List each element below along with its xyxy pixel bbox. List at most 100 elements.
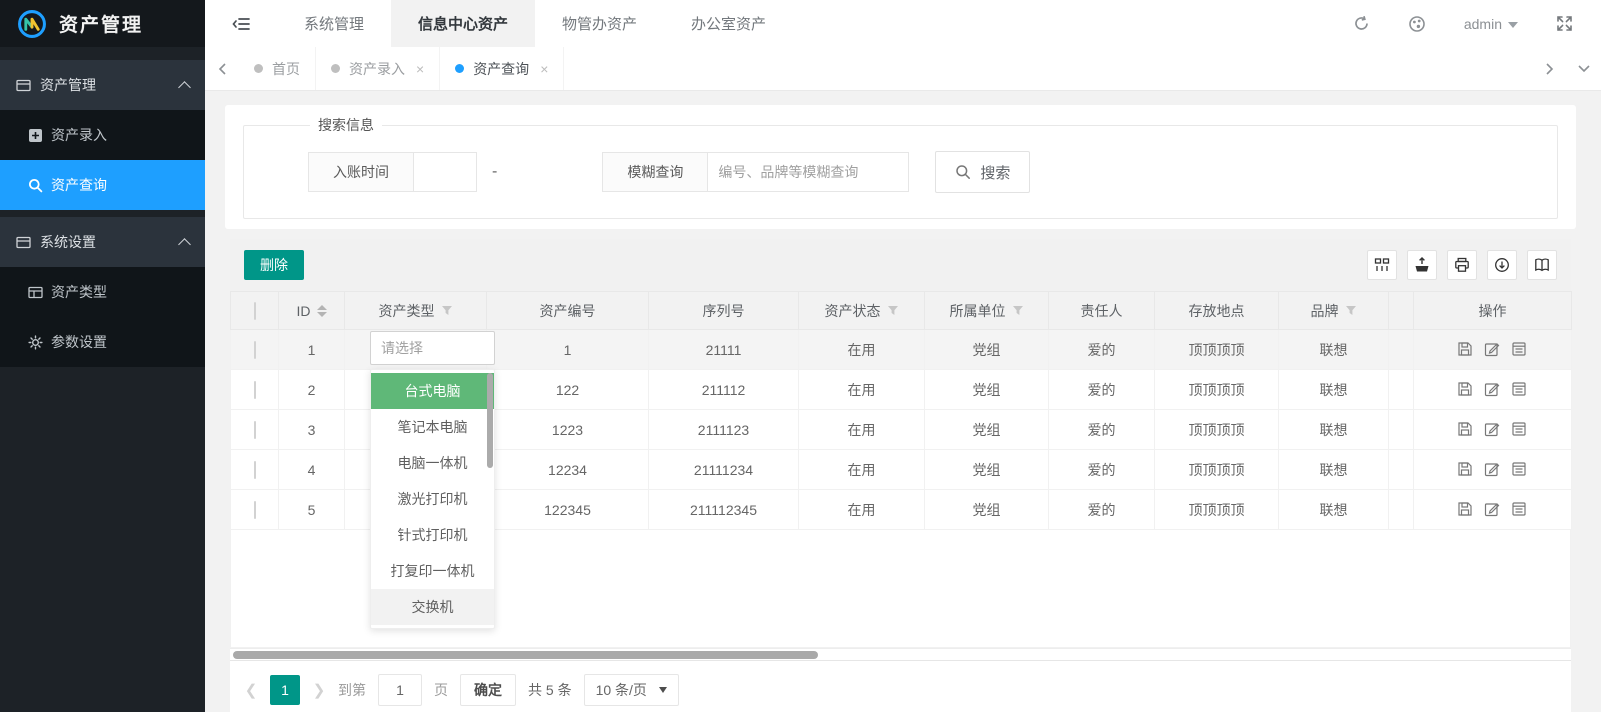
current-page-button[interactable]: 1	[270, 675, 300, 705]
tabs-menu-icon[interactable]	[1567, 47, 1601, 90]
filter-icon[interactable]	[441, 305, 453, 316]
dropdown-option-all-in-one-pc[interactable]: 电脑一体机	[371, 445, 494, 481]
entry-date-to-input[interactable]	[512, 152, 578, 192]
save-icon[interactable]	[1457, 381, 1474, 398]
goto-page-input[interactable]	[378, 674, 422, 706]
save-icon[interactable]	[1457, 461, 1474, 478]
sidebar-item-asset-type[interactable]: 资产类型	[0, 267, 205, 317]
search-icon	[955, 164, 971, 180]
next-page-icon[interactable]: ❯	[312, 681, 326, 699]
row-checkbox[interactable]	[254, 381, 256, 399]
dropdown-option-laptop[interactable]: 笔记本电脑	[371, 409, 494, 445]
export-icon[interactable]	[1407, 250, 1437, 280]
dropdown-scrollbar-thumb[interactable]	[487, 373, 493, 468]
window-icon	[28, 285, 43, 300]
detail-icon[interactable]	[1511, 421, 1528, 438]
cell-brand: 联想	[1279, 410, 1389, 450]
refresh-icon[interactable]	[1353, 15, 1370, 32]
row-checkbox[interactable]	[254, 421, 256, 439]
save-icon[interactable]	[1457, 421, 1474, 438]
search-panel: 搜索信息 入账时间 - 模糊查询	[225, 105, 1576, 229]
prev-page-icon[interactable]: ❮	[244, 681, 258, 699]
topnav-item-office-assets[interactable]: 办公室资产	[664, 0, 793, 47]
detail-icon[interactable]	[1511, 341, 1528, 358]
page-size-select[interactable]: 10 条/页	[584, 674, 679, 706]
topnav-item-system-management[interactable]: 系统管理	[277, 0, 391, 47]
detail-icon[interactable]	[1511, 501, 1528, 518]
sidebar-menu: 资产管理 资产录入 资产查询 系统设置	[0, 47, 205, 367]
cell-serial-no: 21111	[649, 330, 799, 370]
cell-serial-no: 21111234	[649, 450, 799, 490]
username: admin	[1464, 16, 1502, 32]
sort-icon[interactable]	[317, 305, 327, 317]
cell-asset-no: 1223	[487, 410, 649, 450]
tabs-scroll-right-icon[interactable]	[1533, 47, 1567, 90]
fuzzy-search-input[interactable]	[708, 153, 908, 191]
row-checkbox[interactable]	[254, 461, 256, 479]
select-all-checkbox[interactable]	[254, 302, 256, 320]
delete-button[interactable]: 删除	[244, 250, 304, 280]
columns-filter-icon[interactable]	[1367, 250, 1397, 280]
filter-icon[interactable]	[1012, 305, 1024, 316]
row-checkbox[interactable]	[254, 341, 256, 359]
cell-serial-no: 211112345	[649, 490, 799, 530]
dropdown-option-copier-all-in-one[interactable]: 打复印一体机	[371, 553, 494, 589]
horizontal-scrollbar-thumb[interactable]	[233, 651, 818, 659]
search-button[interactable]: 搜索	[935, 151, 1030, 193]
book-icon[interactable]	[1527, 250, 1557, 280]
asset-type-dropdown: 台式电脑 笔记本电脑 电脑一体机 激光打印机 针式打印机 打复印一体机 交换机	[370, 369, 495, 629]
entry-date-from-input[interactable]	[414, 153, 476, 191]
filter-icon[interactable]	[1345, 305, 1357, 316]
edit-icon[interactable]	[1484, 461, 1501, 478]
main-area: 系统管理 信息中心资产 物管办资产 办公室资产 admin	[205, 0, 1601, 712]
dropdown-option-dot-matrix-printer[interactable]: 针式打印机	[371, 517, 494, 553]
edit-icon[interactable]	[1484, 341, 1501, 358]
close-tab-icon[interactable]: ×	[416, 61, 424, 77]
sidebar-item-label: 参数设置	[51, 332, 107, 352]
dropdown-option-switch[interactable]: 交换机	[371, 589, 494, 625]
cell-status: 在用	[799, 330, 925, 370]
detail-icon[interactable]	[1511, 381, 1528, 398]
table-toolbar: 删除	[230, 239, 1571, 291]
brand-logo-icon	[16, 8, 48, 40]
cell-owner: 爱的	[1049, 330, 1155, 370]
filter-icon[interactable]	[887, 305, 899, 316]
close-tab-icon[interactable]: ×	[540, 61, 548, 77]
sidebar-item-asset-entry[interactable]: 资产录入	[0, 110, 205, 160]
sidebar-item-parameter-settings[interactable]: 参数设置	[0, 317, 205, 367]
row-checkbox[interactable]	[254, 501, 256, 519]
sidebar-item-asset-query[interactable]: 资产查询	[0, 160, 205, 210]
cell-id: 2	[279, 370, 345, 410]
chevron-down-icon	[659, 687, 667, 693]
cell-serial-no: 2111123	[649, 410, 799, 450]
user-menu[interactable]: admin	[1464, 16, 1518, 32]
cell-owner: 爱的	[1049, 410, 1155, 450]
cell-serial-no: 211112	[649, 370, 799, 410]
print-icon[interactable]	[1447, 250, 1477, 280]
tabs-scroll-left-icon[interactable]	[205, 47, 239, 90]
detail-icon[interactable]	[1511, 461, 1528, 478]
tab-home[interactable]: 首页	[239, 47, 316, 90]
dropdown-option-desktop[interactable]: 台式电脑	[371, 373, 494, 409]
confirm-page-button[interactable]: 确定	[460, 674, 516, 706]
collapse-sidebar-icon[interactable]	[205, 0, 277, 47]
edit-icon[interactable]	[1484, 381, 1501, 398]
fullscreen-icon[interactable]	[1556, 15, 1573, 32]
tab-asset-entry[interactable]: 资产录入 ×	[316, 47, 440, 90]
theme-icon[interactable]	[1408, 15, 1426, 33]
download-icon[interactable]	[1487, 250, 1517, 280]
topnav-item-property-office-assets[interactable]: 物管办资产	[535, 0, 664, 47]
horizontal-scrollbar	[230, 648, 1571, 660]
sidebar-group-asset-management[interactable]: 资产管理	[0, 60, 205, 110]
asset-type-select-input[interactable]	[370, 331, 495, 365]
topnav-item-info-center-assets[interactable]: 信息中心资产	[391, 0, 535, 47]
save-icon[interactable]	[1457, 341, 1474, 358]
tab-asset-query[interactable]: 资产查询 ×	[440, 47, 564, 90]
sidebar-group-system-settings[interactable]: 系统设置	[0, 217, 205, 267]
dropdown-option-laser-printer[interactable]: 激光打印机	[371, 481, 494, 517]
edit-icon[interactable]	[1484, 501, 1501, 518]
edit-icon[interactable]	[1484, 421, 1501, 438]
tab-status-dot	[254, 64, 263, 73]
save-icon[interactable]	[1457, 501, 1474, 518]
cell-brand: 联想	[1279, 490, 1389, 530]
